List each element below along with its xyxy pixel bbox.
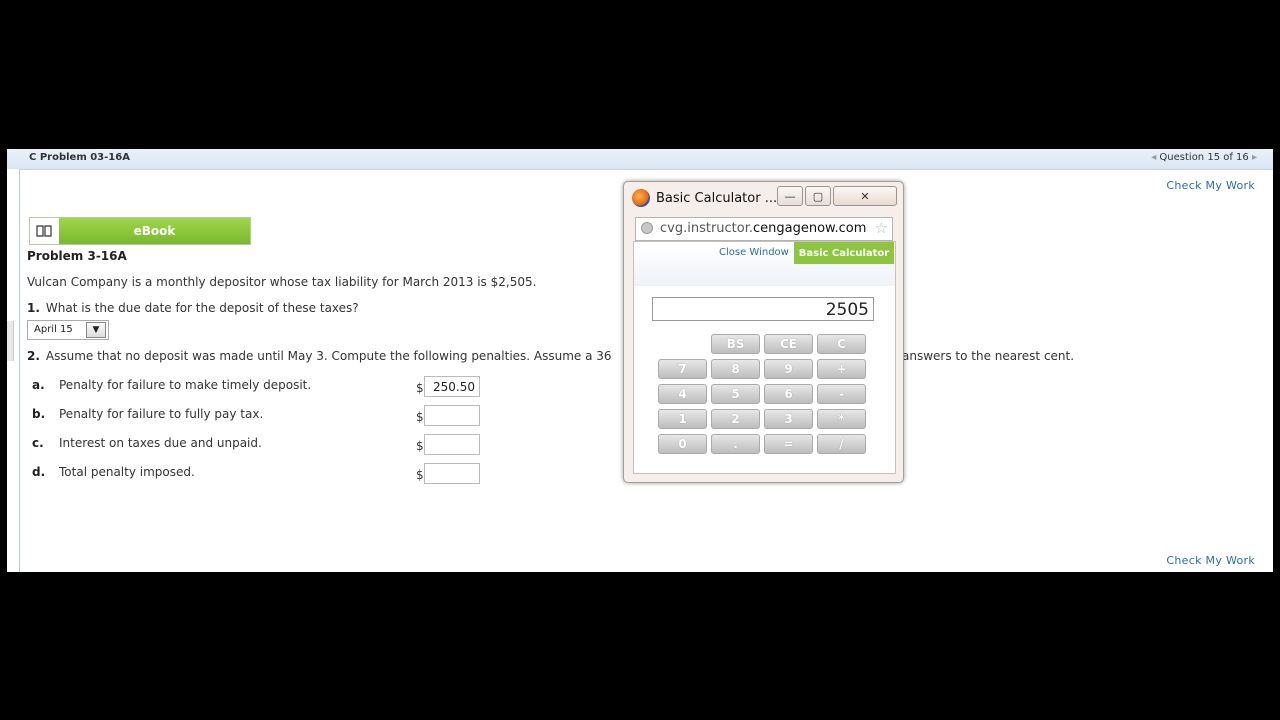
check-my-work-link-bottom[interactable]: Check My Work	[1166, 554, 1255, 567]
key-divide[interactable]: /	[817, 434, 866, 454]
question-counter: Question 15 of 16	[1159, 152, 1249, 163]
row-c-letter: c.	[32, 436, 44, 450]
failure-to-pay-penalty-input[interactable]	[424, 405, 480, 426]
question-2: 2. Assume that no deposit was made until …	[27, 349, 612, 363]
popup-url: cvg.instructor.cengagenow.com	[660, 221, 866, 236]
basic-calculator-tab[interactable]: Basic Calculator	[794, 242, 894, 264]
calculator-content: Close Window Basic Calculator 2505 BS CE…	[633, 241, 896, 474]
question-navigator: ◂ Question 15 of 16 ▸	[1151, 152, 1257, 163]
row-b-letter: b.	[32, 407, 46, 421]
firefox-icon	[632, 189, 650, 207]
panel-collapse-handle[interactable]	[7, 321, 14, 361]
key-decimal[interactable]: .	[711, 434, 760, 454]
key-clear-entry[interactable]: CE	[764, 334, 813, 354]
question-2-number: 2.	[27, 349, 40, 363]
key-plus[interactable]: +	[817, 359, 866, 379]
key-minus[interactable]: -	[817, 384, 866, 404]
question-1-number: 1.	[27, 301, 40, 315]
close-icon[interactable]: ✕	[833, 186, 897, 206]
key-equals[interactable]: =	[764, 434, 813, 454]
question-2-text-end: answers to the nearest cent.	[902, 349, 1075, 363]
key-2[interactable]: 2	[711, 409, 760, 429]
star-icon[interactable]: ☆	[875, 219, 888, 237]
next-question-arrow-icon[interactable]: ▸	[1252, 152, 1257, 163]
problem-header-bar: C Problem 03-16A ◂ Question 15 of 16 ▸	[7, 149, 1273, 170]
row-a-label: Penalty for failure to make timely depos…	[59, 378, 312, 392]
row-b-label: Penalty for failure to fully pay tax.	[59, 407, 264, 421]
row-c-label: Interest on taxes due and unpaid.	[59, 436, 262, 450]
problem-statement: Vulcan Company is a monthly depositor wh…	[27, 275, 537, 289]
key-9[interactable]: 9	[764, 359, 813, 379]
check-my-work-link-top[interactable]: Check My Work	[1166, 179, 1255, 192]
key-4[interactable]: 4	[658, 384, 707, 404]
key-8[interactable]: 8	[711, 359, 760, 379]
calculator-display[interactable]: 2505	[652, 297, 874, 321]
restore-icon[interactable]: ▢	[805, 186, 831, 206]
due-date-selected-value: April 15	[34, 324, 73, 335]
globe-icon	[641, 222, 653, 234]
row-a-letter: a.	[32, 378, 45, 392]
prev-question-arrow-icon[interactable]: ◂	[1151, 152, 1156, 163]
row-d-label: Total penalty imposed.	[59, 465, 195, 479]
popup-title-bar[interactable]: Basic Calculator ... — ▢ ✕	[624, 182, 903, 214]
ebook-label: eBook	[59, 218, 250, 244]
left-panel-rail	[7, 169, 20, 572]
row-b-currency: $	[416, 410, 424, 424]
ebook-button[interactable]: eBook	[29, 217, 251, 245]
interest-input[interactable]	[424, 434, 480, 455]
total-penalty-input[interactable]	[424, 463, 480, 484]
key-0[interactable]: 0	[658, 434, 707, 454]
key-clear[interactable]: C	[817, 334, 866, 354]
close-window-link[interactable]: Close Window	[719, 247, 789, 258]
minimize-icon[interactable]: —	[777, 186, 803, 206]
timely-deposit-penalty-input[interactable]: 250.50	[424, 376, 480, 397]
key-multiply[interactable]: *	[817, 409, 866, 429]
key-5[interactable]: 5	[711, 384, 760, 404]
key-backspace[interactable]: BS	[711, 334, 760, 354]
question-2-text: Assume that no deposit was made until Ma…	[45, 349, 612, 363]
problem-header-title: C Problem 03-16A	[29, 152, 130, 163]
question-1-text: What is the due date for the deposit of …	[45, 301, 359, 315]
book-icon	[30, 218, 58, 244]
url-host-prefix: cvg.instructor.	[660, 221, 754, 236]
row-c-currency: $	[416, 439, 424, 453]
url-host-main: cengagenow.com	[753, 221, 867, 236]
popup-window-title: Basic Calculator ...	[656, 191, 778, 206]
problem-title: Problem 3-16A	[27, 249, 127, 263]
key-3[interactable]: 3	[764, 409, 813, 429]
row-a-currency: $	[416, 381, 424, 395]
question-1: 1. What is the due date for the deposit o…	[27, 301, 359, 315]
calculator-popup-window: Basic Calculator ... — ▢ ✕ cvg.instructo…	[623, 181, 904, 483]
key-1[interactable]: 1	[658, 409, 707, 429]
chevron-down-icon[interactable]: ▼	[86, 322, 106, 338]
calculator-header: Close Window Basic Calculator	[634, 242, 895, 286]
due-date-select[interactable]: April 15 ▼	[27, 320, 109, 340]
key-7[interactable]: 7	[658, 359, 707, 379]
row-d-currency: $	[416, 468, 424, 482]
key-6[interactable]: 6	[764, 384, 813, 404]
row-d-letter: d.	[32, 465, 46, 479]
popup-url-bar[interactable]: cvg.instructor.cengagenow.com ☆	[635, 217, 893, 241]
